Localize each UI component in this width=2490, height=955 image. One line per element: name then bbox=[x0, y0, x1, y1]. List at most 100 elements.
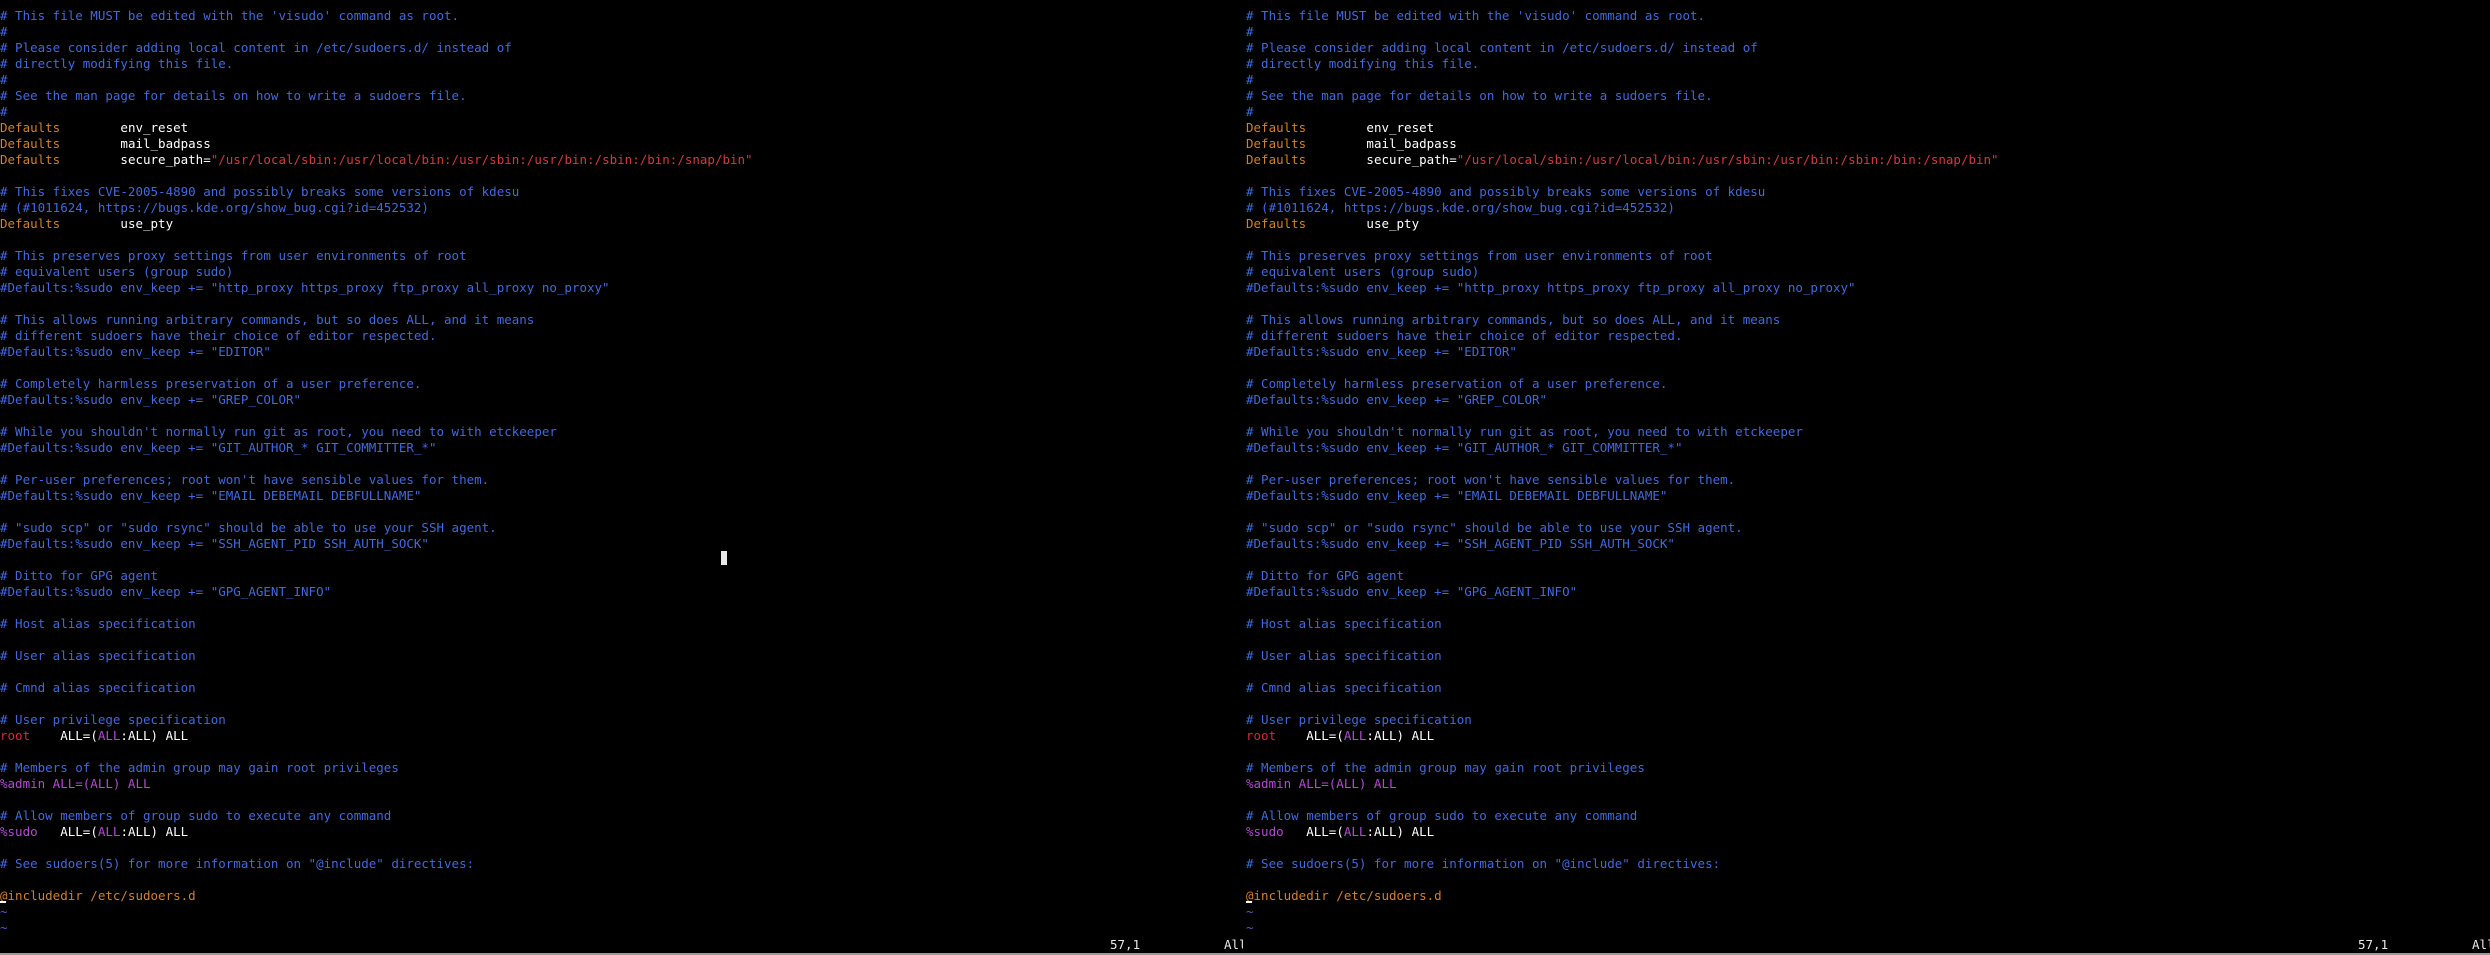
buffer-line[interactable]: #Defaults:%sudo env_keep += "GIT_AUTHOR_… bbox=[0, 440, 1243, 456]
buffer-line[interactable]: # "sudo scp" or "sudo rsync" should be a… bbox=[0, 520, 1243, 536]
buffer-line[interactable]: # While you shouldn't normally run git a… bbox=[0, 424, 1243, 440]
buffer-line[interactable]: # User privilege specification bbox=[0, 712, 1243, 728]
buffer-line[interactable]: #Defaults:%sudo env_keep += "EDITOR" bbox=[0, 344, 1243, 360]
buffer-line[interactable]: Defaults secure_path="/usr/local/sbin:/u… bbox=[0, 152, 1243, 168]
buffer-line[interactable]: #Defaults:%sudo env_keep += "GREP_COLOR" bbox=[1246, 392, 2490, 408]
buffer-line[interactable]: %sudo ALL=(ALL:ALL) ALL bbox=[0, 824, 1243, 840]
buffer-line[interactable]: # bbox=[0, 24, 1243, 40]
buffer-line[interactable]: # See sudoers(5) for more information on… bbox=[1246, 856, 2490, 872]
terminal-screen[interactable]: # This file MUST be edited with the 'vis… bbox=[0, 0, 2490, 955]
buffer-line[interactable] bbox=[1246, 296, 2490, 312]
buffer-line[interactable]: ~ bbox=[0, 920, 1243, 936]
buffer-line[interactable]: %admin ALL=(ALL) ALL bbox=[1246, 776, 2490, 792]
buffer-line[interactable] bbox=[1246, 744, 2490, 760]
buffer-line[interactable]: # This file MUST be edited with the 'vis… bbox=[1246, 8, 2490, 24]
buffer-line[interactable]: # bbox=[0, 104, 1243, 120]
buffer-line[interactable]: # Cmnd alias specification bbox=[0, 680, 1243, 696]
buffer-line[interactable]: # (#1011624, https://bugs.kde.org/show_b… bbox=[1246, 200, 2490, 216]
buffer-line[interactable]: # Members of the admin group may gain ro… bbox=[0, 760, 1243, 776]
buffer-line[interactable]: # Ditto for GPG agent bbox=[0, 568, 1243, 584]
buffer-line[interactable] bbox=[1246, 664, 2490, 680]
buffer-line[interactable] bbox=[0, 632, 1243, 648]
buffer-line[interactable] bbox=[0, 872, 1243, 888]
buffer-line[interactable]: # directly modifying this file. bbox=[1246, 56, 2490, 72]
buffer-line[interactable]: # Ditto for GPG agent bbox=[1246, 568, 2490, 584]
buffer-line[interactable] bbox=[0, 504, 1243, 520]
buffer-line[interactable]: # This preserves proxy settings from use… bbox=[0, 248, 1243, 264]
buffer-line[interactable]: # User alias specification bbox=[0, 648, 1243, 664]
buffer-line[interactable]: # User privilege specification bbox=[1246, 712, 2490, 728]
buffer-line[interactable] bbox=[0, 360, 1243, 376]
buffer-line[interactable]: # Per-user preferences; root won't have … bbox=[1246, 472, 2490, 488]
buffer-line[interactable]: #Defaults:%sudo env_keep += "EDITOR" bbox=[1246, 344, 2490, 360]
buffer-line[interactable]: @includedir /etc/sudoers.d bbox=[0, 888, 1243, 904]
buffer-line[interactable]: # different sudoers have their choice of… bbox=[1246, 328, 2490, 344]
buffer-line[interactable] bbox=[0, 168, 1243, 184]
buffer-line[interactable] bbox=[0, 296, 1243, 312]
buffer-line[interactable]: # Please consider adding local content i… bbox=[1246, 40, 2490, 56]
buffer-line[interactable]: # Please consider adding local content i… bbox=[0, 40, 1243, 56]
text-buffer-right[interactable]: # This file MUST be edited with the 'vis… bbox=[1246, 8, 2490, 936]
buffer-line[interactable]: #Defaults:%sudo env_keep += "GIT_AUTHOR_… bbox=[1246, 440, 2490, 456]
buffer-line[interactable]: # Members of the admin group may gain ro… bbox=[1246, 760, 2490, 776]
buffer-line[interactable]: Defaults mail_badpass bbox=[1246, 136, 2490, 152]
buffer-line[interactable]: # Completely harmless preservation of a … bbox=[0, 376, 1243, 392]
buffer-line[interactable]: # bbox=[1246, 72, 2490, 88]
buffer-line[interactable]: # Completely harmless preservation of a … bbox=[1246, 376, 2490, 392]
buffer-line[interactable] bbox=[1246, 552, 2490, 568]
buffer-line[interactable] bbox=[0, 744, 1243, 760]
buffer-line[interactable]: # Cmnd alias specification bbox=[1246, 680, 2490, 696]
editor-pane-left[interactable]: # This file MUST be edited with the 'vis… bbox=[0, 0, 1243, 955]
buffer-line[interactable]: ~ bbox=[1246, 920, 2490, 936]
buffer-line[interactable]: # This allows running arbitrary commands… bbox=[0, 312, 1243, 328]
buffer-line[interactable]: #Defaults:%sudo env_keep += "EMAIL DEBEM… bbox=[0, 488, 1243, 504]
buffer-line[interactable] bbox=[1246, 456, 2490, 472]
buffer-line[interactable]: # This allows running arbitrary commands… bbox=[1246, 312, 2490, 328]
buffer-line[interactable]: # bbox=[0, 72, 1243, 88]
buffer-line[interactable] bbox=[0, 552, 1243, 568]
buffer-line[interactable] bbox=[1246, 600, 2490, 616]
buffer-line[interactable]: #Defaults:%sudo env_keep += "GPG_AGENT_I… bbox=[0, 584, 1243, 600]
buffer-line[interactable]: # This fixes CVE-2005-4890 and possibly … bbox=[0, 184, 1243, 200]
buffer-line[interactable]: Defaults mail_badpass bbox=[0, 136, 1243, 152]
buffer-line[interactable]: ~ bbox=[1246, 904, 2490, 920]
buffer-line[interactable] bbox=[1246, 360, 2490, 376]
buffer-line[interactable]: # This preserves proxy settings from use… bbox=[1246, 248, 2490, 264]
buffer-line[interactable]: # This fixes CVE-2005-4890 and possibly … bbox=[1246, 184, 2490, 200]
buffer-line[interactable]: Defaults use_pty bbox=[0, 216, 1243, 232]
buffer-line[interactable]: # While you shouldn't normally run git a… bbox=[1246, 424, 2490, 440]
buffer-line[interactable] bbox=[1246, 408, 2490, 424]
buffer-line[interactable]: #Defaults:%sudo env_keep += "GREP_COLOR" bbox=[0, 392, 1243, 408]
buffer-line[interactable]: #Defaults:%sudo env_keep += "http_proxy … bbox=[0, 280, 1243, 296]
buffer-line[interactable]: # "sudo scp" or "sudo rsync" should be a… bbox=[1246, 520, 2490, 536]
buffer-line[interactable]: Defaults env_reset bbox=[0, 120, 1243, 136]
buffer-line[interactable]: %sudo ALL=(ALL:ALL) ALL bbox=[1246, 824, 2490, 840]
buffer-line[interactable]: #Defaults:%sudo env_keep += "http_proxy … bbox=[1246, 280, 2490, 296]
buffer-line[interactable] bbox=[0, 792, 1243, 808]
buffer-line[interactable] bbox=[0, 840, 1243, 856]
buffer-line[interactable]: # Host alias specification bbox=[1246, 616, 2490, 632]
buffer-line[interactable]: ~ bbox=[0, 904, 1243, 920]
buffer-line[interactable] bbox=[0, 600, 1243, 616]
buffer-line[interactable]: # Host alias specification bbox=[0, 616, 1243, 632]
editor-pane-right[interactable]: # This file MUST be edited with the 'vis… bbox=[1246, 0, 2490, 955]
buffer-line[interactable] bbox=[1246, 696, 2490, 712]
buffer-line[interactable]: # Allow members of group sudo to execute… bbox=[0, 808, 1243, 824]
buffer-line[interactable]: #Defaults:%sudo env_keep += "SSH_AGENT_P… bbox=[0, 536, 1243, 552]
buffer-line[interactable] bbox=[1246, 840, 2490, 856]
buffer-line[interactable]: #Defaults:%sudo env_keep += "SSH_AGENT_P… bbox=[1246, 536, 2490, 552]
buffer-line[interactable] bbox=[1246, 232, 2490, 248]
buffer-line[interactable] bbox=[0, 696, 1243, 712]
buffer-line[interactable]: # equivalent users (group sudo) bbox=[0, 264, 1243, 280]
buffer-line[interactable]: #Defaults:%sudo env_keep += "GPG_AGENT_I… bbox=[1246, 584, 2490, 600]
buffer-line[interactable]: Defaults secure_path="/usr/local/sbin:/u… bbox=[1246, 152, 2490, 168]
buffer-line[interactable]: # (#1011624, https://bugs.kde.org/show_b… bbox=[0, 200, 1243, 216]
buffer-line[interactable] bbox=[0, 456, 1243, 472]
buffer-line[interactable] bbox=[1246, 792, 2490, 808]
buffer-line[interactable] bbox=[1246, 632, 2490, 648]
buffer-line[interactable]: # directly modifying this file. bbox=[0, 56, 1243, 72]
buffer-line[interactable]: root ALL=(ALL:ALL) ALL bbox=[1246, 728, 2490, 744]
text-buffer-left[interactable]: # This file MUST be edited with the 'vis… bbox=[0, 8, 1243, 936]
buffer-line[interactable]: # See sudoers(5) for more information on… bbox=[0, 856, 1243, 872]
buffer-line[interactable]: # equivalent users (group sudo) bbox=[1246, 264, 2490, 280]
